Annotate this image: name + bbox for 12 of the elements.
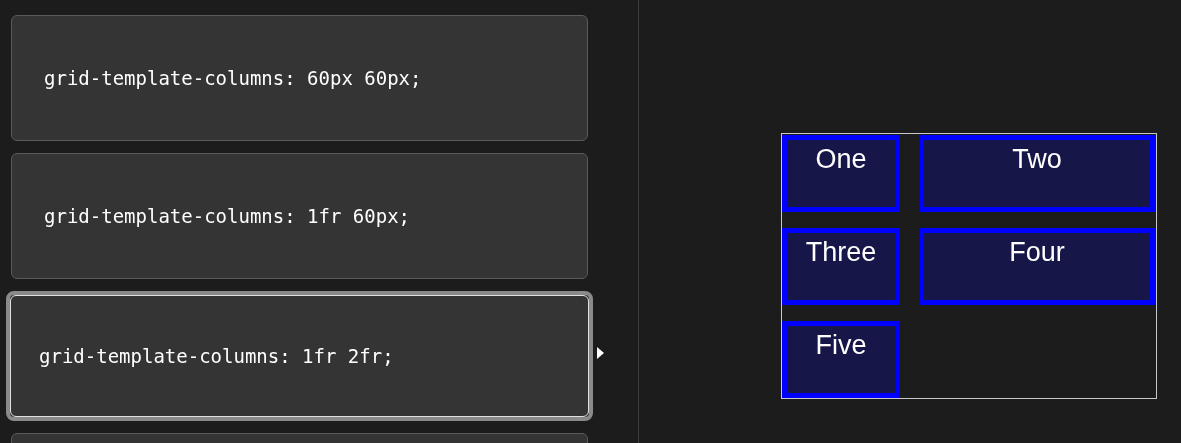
code-text: grid-template-columns: 1fr 60px; xyxy=(44,204,411,227)
option-card[interactable]: grid-template-columns: 1fr 2fr; xyxy=(6,291,593,421)
grid-item: Two xyxy=(919,135,1155,212)
grid-item: Five xyxy=(782,321,900,398)
code-text: grid-template-columns: 1fr 2fr; xyxy=(39,343,394,369)
code-text: grid-template-columns: 60px 60px; xyxy=(44,66,422,89)
triangle-right-icon xyxy=(597,347,604,359)
grid-item: Three xyxy=(782,228,900,305)
grid-item: Four xyxy=(919,228,1155,305)
option-card[interactable]: grid-template-columns: 60px 60px; xyxy=(11,15,588,141)
grid-item: One xyxy=(782,135,900,212)
option-card[interactable]: grid-template-columns: 1fr 60px; xyxy=(11,153,588,279)
